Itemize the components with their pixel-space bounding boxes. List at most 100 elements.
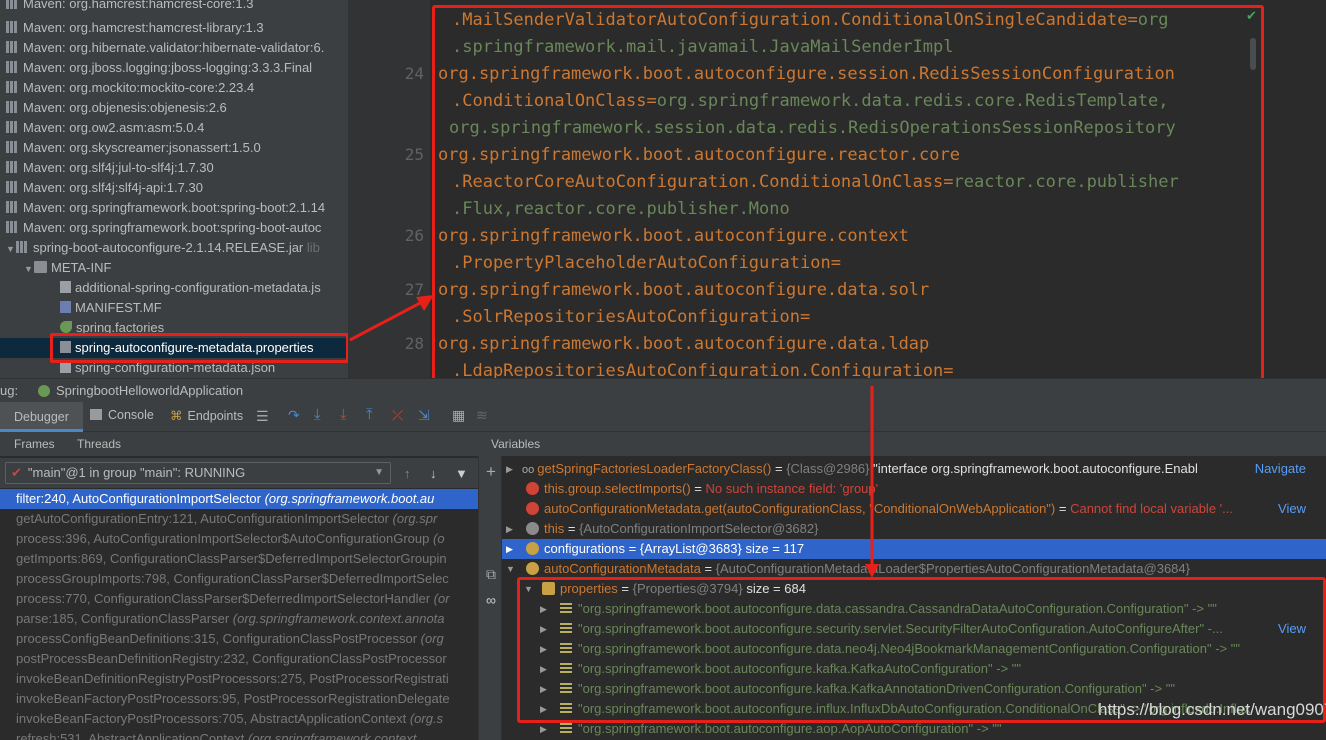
variable-row[interactable]: ▶ oo getSpringFactoriesLoaderFactoryClass(… (502, 459, 1326, 479)
frame-row[interactable]: invokeBeanDefinitionRegistryPostProcesso… (0, 669, 478, 689)
view-link[interactable]: View (1278, 499, 1306, 519)
tab-debugger[interactable]: Debugger (0, 402, 83, 432)
frames-header: Frames Threads (0, 432, 478, 456)
tree-item[interactable]: Maven: org.objenesis:objenesis:2.6 (6, 98, 227, 118)
run-to-cursor-icon[interactable]: ⇲ (418, 407, 434, 423)
expanded-arrow-icon[interactable]: ▼ (6, 239, 16, 259)
spring-boot-icon (38, 385, 50, 397)
debug-config-tab[interactable]: SpringbootHelloworldApplication (38, 379, 243, 403)
tree-item[interactable]: Maven: org.springframework.boot:spring-b… (6, 218, 321, 238)
chevron-down-icon: ▼ (374, 467, 384, 478)
parameter-icon (526, 562, 539, 575)
endpoints-icon: ⌘ (170, 409, 183, 423)
watches-icon[interactable]: ∞ (483, 592, 499, 608)
arrow-down-icon[interactable]: ↓ (430, 466, 437, 481)
console-icon (90, 409, 102, 420)
error-icon (526, 482, 539, 495)
frame-row[interactable]: processGroupImports:798, ConfigurationCl… (0, 569, 478, 589)
evaluate-expression-icon[interactable]: ▦ (452, 407, 468, 423)
line-number-gutter: 24 25 26 27 28 (348, 0, 430, 378)
frame-row[interactable]: getImports:869, ConfigurationClassParser… (0, 549, 478, 569)
library-icon (6, 0, 19, 9)
project-tree: Maven: org.hamcrest:hamcrest-core:1.3 Ma… (0, 0, 348, 378)
frame-row[interactable]: process:770, ConfigurationClassParser$De… (0, 589, 478, 609)
frame-row-selected[interactable]: filter:240, AutoConfigurationImportSelec… (0, 489, 478, 509)
tree-item[interactable]: Maven: org.skyscreamer:jsonassert:1.5.0 (6, 138, 261, 158)
frame-row[interactable]: postProcessBeanDefinitionRegistry:232, C… (0, 649, 478, 669)
collapsed-arrow-icon[interactable]: ▶ (506, 519, 516, 539)
arrow-up-icon[interactable]: ↑ (404, 466, 411, 481)
frame-row[interactable]: process:396, AutoConfigurationImportSele… (0, 529, 478, 549)
variable-row[interactable]: this.group.selectImports() = No such ins… (502, 479, 1326, 499)
variable-row-selected[interactable]: ▶ configurations = {ArrayList@3683} size … (502, 539, 1326, 559)
thread-bar: ✔ "main"@1 in group "main": RUNNING ▼ ↑ ↓ … (0, 458, 478, 488)
tree-item[interactable]: Maven: org.mockito:mockito-core:2.23.4 (6, 78, 254, 98)
navigate-link[interactable]: Navigate (1255, 459, 1306, 479)
variables-title: Variables (491, 437, 541, 451)
library-icon (6, 61, 19, 73)
collapsed-arrow-icon[interactable]: ▶ (506, 459, 516, 479)
tree-item[interactable]: Maven: org.slf4j:slf4j-api:1.7.30 (6, 178, 203, 198)
watch-icon: oo (522, 464, 535, 476)
spring-file-icon (60, 321, 72, 333)
tree-item[interactable]: Maven: org.hamcrest:hamcrest-core:1.3 (6, 0, 253, 14)
force-step-into-icon[interactable]: ⤓ (340, 406, 356, 423)
library-icon (6, 81, 19, 93)
parameter-icon (526, 542, 539, 555)
tree-item[interactable]: Maven: org.ow2.asm:asm:5.0.4 (6, 118, 204, 138)
variable-row[interactable]: ▶ this = {AutoConfigurationImportSelector… (502, 519, 1326, 539)
drop-frame-icon[interactable]: ⤫ (392, 407, 408, 423)
menu-icon[interactable]: ☰ (256, 408, 272, 424)
tab-console[interactable]: Console (90, 408, 154, 422)
step-out-icon[interactable]: ⤒ (366, 406, 382, 423)
tree-item[interactable]: Maven: org.hibernate.validator:hibernate… (6, 38, 324, 58)
debug-label: ug: (0, 383, 19, 398)
object-icon (526, 522, 539, 535)
frame-row[interactable]: invokeBeanFactoryPostProcessors:705, Abs… (0, 709, 478, 729)
json-file-icon (60, 281, 71, 293)
frame-row[interactable]: invokeBeanFactoryPostProcessors:95, Post… (0, 689, 478, 709)
frame-row[interactable]: processConfigBeanDefinitions:315, Config… (0, 629, 478, 649)
variable-row[interactable]: autoConfigurationMetadata.get(autoConfig… (502, 499, 1326, 519)
step-over-icon[interactable]: ↷ (288, 407, 304, 423)
trace-icon[interactable]: ≋ (476, 407, 492, 423)
tree-item[interactable]: Maven: org.jboss.logging:jboss-logging:3… (6, 58, 312, 78)
tab-endpoints[interactable]: ⌘ Endpoints (170, 408, 243, 423)
tab-frames[interactable]: Frames (14, 432, 55, 456)
expanded-arrow-icon[interactable]: ▼ (24, 259, 34, 279)
library-icon (6, 161, 19, 173)
jar-icon (16, 241, 29, 253)
library-icon (6, 221, 19, 233)
error-icon (526, 502, 539, 515)
tree-item[interactable]: Maven: org.slf4j:jul-to-slf4j:1.7.30 (6, 158, 214, 178)
frames-list: filter:240, AutoConfigurationImportSelec… (0, 489, 478, 740)
expanded-arrow-icon[interactable]: ▼ (506, 559, 516, 579)
library-icon (6, 201, 19, 213)
frame-row[interactable]: getAutoConfigurationEntry:121, AutoConfi… (0, 509, 478, 529)
library-icon (6, 41, 19, 53)
tree-item[interactable]: Maven: org.springframework.boot:spring-b… (6, 198, 325, 218)
tree-item[interactable]: Maven: org.hamcrest:hamcrest-library:1.3 (6, 18, 264, 38)
frame-row[interactable]: refresh:531, AbstractApplicationContext … (0, 729, 478, 740)
line-number: 26 (404, 226, 424, 245)
add-watch-icon[interactable]: + (483, 462, 499, 482)
copy-icon[interactable]: ⧉ (483, 566, 499, 583)
tree-item-file[interactable]: MANIFEST.MF (60, 298, 162, 318)
variables-header: Variables (478, 432, 1326, 456)
filter-icon[interactable]: ▼ (455, 466, 468, 481)
highlight-box-properties-file (50, 333, 349, 363)
folder-icon (34, 261, 47, 273)
tree-item-file[interactable]: additional-spring-configuration-metadata… (60, 278, 321, 298)
highlight-box-code (432, 5, 1264, 385)
tree-item-folder[interactable]: ▼ META-INF (24, 258, 111, 278)
collapsed-arrow-icon[interactable]: ▶ (506, 539, 516, 559)
frame-row[interactable]: parse:185, ConfigurationClassParser (org… (0, 609, 478, 629)
debug-window-title: ug: SpringbootHelloworldApplication (0, 378, 1326, 402)
thread-selector[interactable]: ✔ "main"@1 in group "main": RUNNING ▼ (5, 462, 391, 484)
library-icon (6, 121, 19, 133)
step-into-icon[interactable]: ⤓ (314, 406, 330, 423)
tab-threads[interactable]: Threads (77, 432, 121, 456)
variable-row[interactable]: ▼ autoConfigurationMetadata = {AutoConfig… (502, 559, 1326, 579)
tree-item-jar[interactable]: ▼ spring-boot-autoconfigure-2.1.14.RELEAS… (6, 238, 320, 258)
debug-toolbar: Debugger Console ⌘ Endpoints ☰ ↷ ⤓ ⤓ ⤒ ⤫ … (0, 402, 1326, 432)
